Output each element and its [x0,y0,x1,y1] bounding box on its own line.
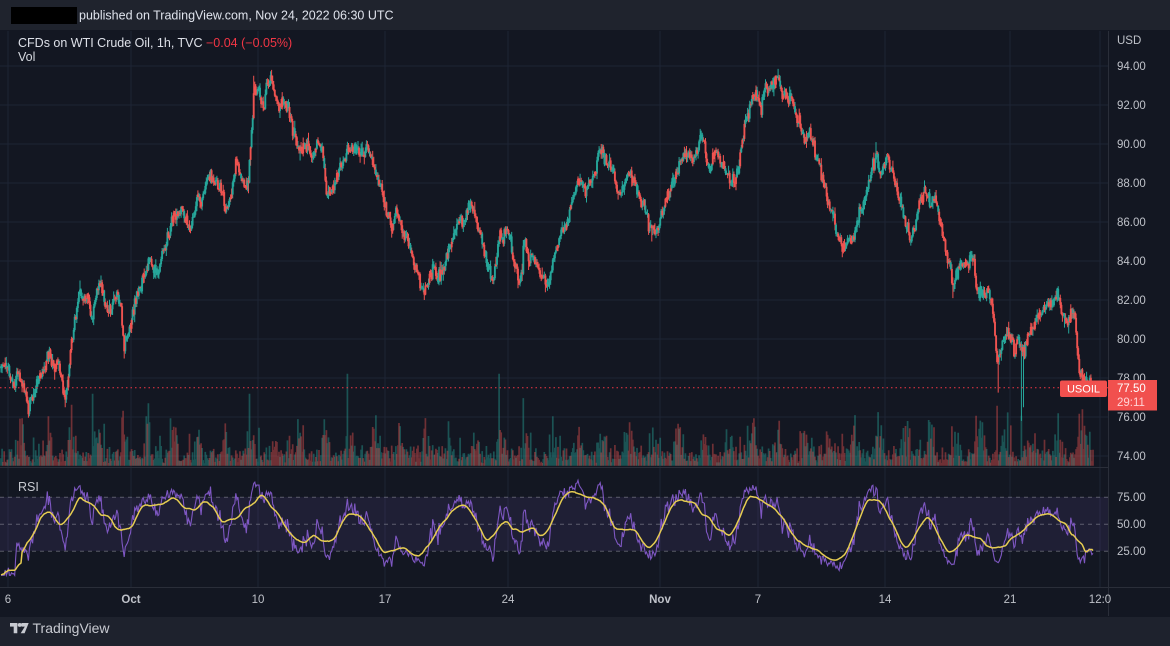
svg-text:−0.04 (−0.05%): −0.04 (−0.05%) [206,36,292,50]
svg-text:Nov: Nov [649,594,671,606]
svg-text:82.00: 82.00 [1117,295,1146,307]
svg-text:80.00: 80.00 [1117,334,1146,346]
svg-text:25.00: 25.00 [1117,546,1146,558]
svg-text:86.00: 86.00 [1117,217,1146,229]
svg-text:14: 14 [879,594,892,606]
svg-text:10: 10 [252,594,265,606]
svg-text:7: 7 [755,594,761,606]
svg-text:published on TradingView.com,: published on TradingView.com, Nov 24, 20… [79,9,394,23]
svg-text:88.00: 88.00 [1117,178,1146,190]
svg-text:24: 24 [502,594,515,606]
svg-text:75.00: 75.00 [1117,492,1146,504]
svg-text:Oct: Oct [121,594,140,606]
svg-text:92.00: 92.00 [1117,100,1146,112]
svg-text:76.00: 76.00 [1117,412,1146,424]
svg-text:74.00: 74.00 [1117,451,1146,463]
svg-text:21: 21 [1004,594,1017,606]
svg-text:77.50: 77.50 [1117,383,1146,395]
svg-text:29:11: 29:11 [1117,397,1145,409]
svg-text:6: 6 [5,594,11,606]
svg-text:12:0: 12:0 [1089,594,1111,606]
svg-text:USD: USD [1117,35,1141,47]
svg-text:Vol: Vol [18,50,35,64]
svg-text:USOIL: USOIL [1067,384,1100,396]
svg-text:TradingView: TradingView [33,620,111,636]
svg-text:17: 17 [379,594,392,606]
svg-text:90.00: 90.00 [1117,139,1146,151]
svg-text:94.00: 94.00 [1117,61,1146,73]
svg-text:84.00: 84.00 [1117,256,1146,268]
svg-text:RSI: RSI [18,480,39,494]
svg-text:50.00: 50.00 [1117,519,1146,531]
svg-text:CFDs on WTI Crude Oil, 1h, TVC: CFDs on WTI Crude Oil, 1h, TVC [18,36,203,50]
